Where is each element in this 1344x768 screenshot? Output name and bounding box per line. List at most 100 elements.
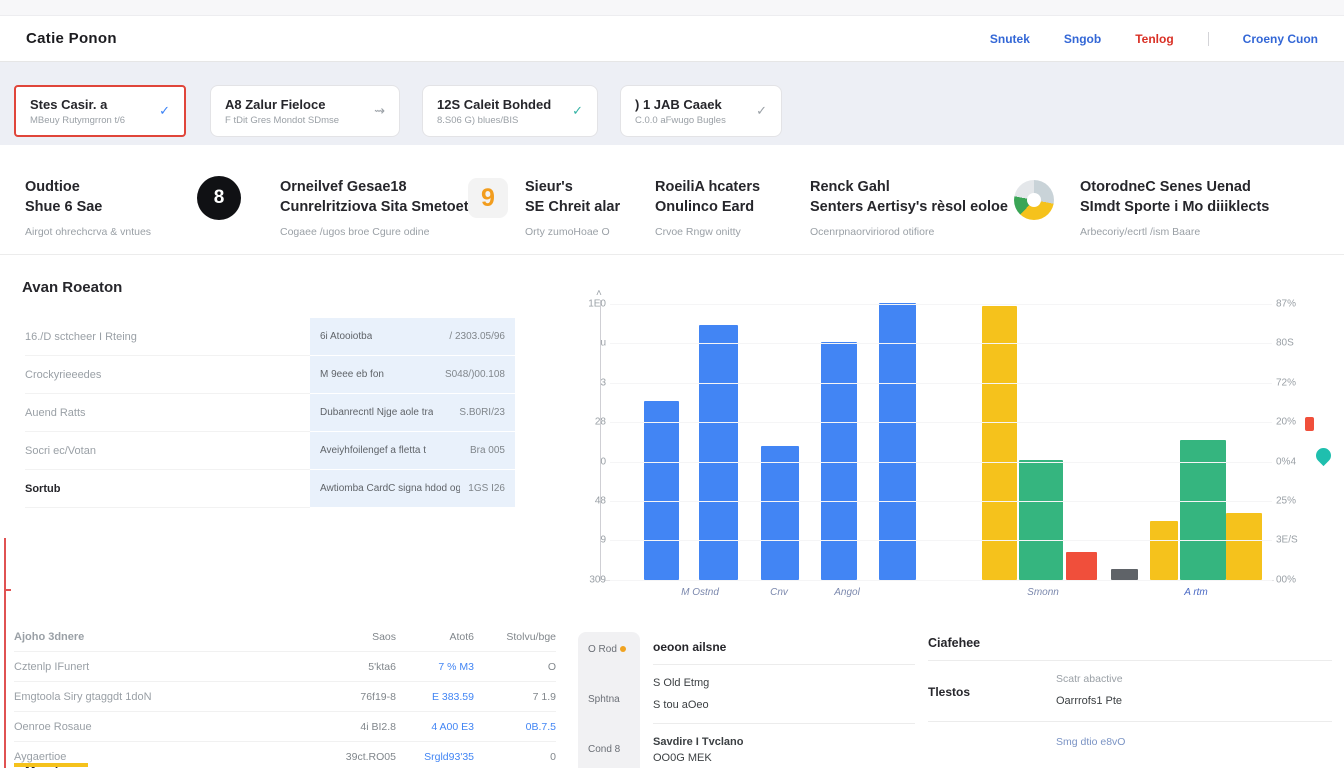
feature-title: RoeiliA hcatersOnulinco Eard (655, 177, 760, 217)
feature-title: OudtioeShue 6 Sae (25, 177, 151, 217)
table-cell-link[interactable]: Srgld93'35 (396, 751, 474, 763)
checklist-card: Ciafehee Tlestos Scatr abactive Oarrrofs… (928, 636, 1332, 748)
gridline (610, 501, 1272, 502)
table-cell: 39ct.RO05 (318, 751, 396, 763)
card-title: ) 1 JAB Caaek (635, 97, 726, 112)
report-row: Socri ec/Votan Aveiyhfoilengef a fletta … (25, 432, 515, 470)
table-cell-label: Aygaertioe (14, 751, 318, 763)
stat-card-4[interactable]: ) 1 JAB Caaek C.0.0 aFwugo Bugles ✓ (620, 85, 782, 137)
y-axis-label-left: 48 (578, 496, 606, 507)
gridline (610, 540, 1272, 541)
checklist-line: Oarrrofs1 Pte (1056, 695, 1123, 707)
feature-block-2: Orneilvef Gesae18Cunrelritziova Sita Sme… (280, 177, 481, 238)
feature-subtitle: Orty zumoHoae O (525, 226, 620, 238)
chart-bar (644, 401, 679, 580)
report-row-label: 16./D sctcheer I Rteing (25, 318, 310, 356)
orange-dot-icon (620, 646, 626, 652)
chart-bar (1226, 513, 1262, 580)
stat-card-3[interactable]: 12S Caleit Bohded 8.S06 G) blues/BIS ✓ (422, 85, 598, 137)
report-panel: Avan Roeaton 16./D sctcheer I Rteing 6i … (0, 255, 572, 620)
checklist-row-lines: Scatr abactive Oarrrofs1 Pte (1056, 673, 1123, 707)
table-cell: 76f19-8 (318, 691, 396, 703)
card-title: A8 Zalur Fieloce (225, 97, 339, 112)
y-axis-label-right: 00% (1276, 575, 1296, 586)
stats-table: Ajoho 3dnere Saos Atot6 Stolvu/bge Czten… (14, 622, 556, 768)
report-row-value: S048/)00.108 (445, 369, 505, 380)
gridline (610, 304, 1272, 305)
table-cell-link[interactable]: 7 % M3 (396, 661, 474, 673)
report-row-detail: Aveiyhfoilengef a fletta t Bra 005 (310, 432, 515, 470)
feature-title: OtorodneC Senes UenadSImdt Sporte i Mo d… (1080, 177, 1269, 217)
activity-card: O Rod Sphtna Cond 8 oeoon ailsne S Old E… (578, 632, 922, 768)
sidebar-item-rod[interactable]: O Rod (588, 644, 626, 655)
card-title: Stes Casir. a (30, 97, 125, 112)
table-header-cell: Saos (318, 631, 396, 643)
report-row-detail: Awtiomba CardC signa hdod og 1GS I26 (310, 470, 515, 508)
red-accent-line (4, 538, 6, 768)
feature-subtitle: Ocenrpnaorviriorod otifiore (810, 226, 1008, 238)
checklist-line: Scatr abactive (1056, 673, 1123, 685)
table-cell: 5'kta6 (318, 661, 396, 673)
chart-bar (1180, 440, 1226, 580)
chart-bar (1150, 521, 1178, 580)
checklist-link[interactable]: Smg dtio e8vO (1056, 736, 1332, 748)
y-axis-label-left: 1E0 (578, 299, 606, 310)
report-row-name: M 9eee eb fon (320, 369, 384, 380)
checklist-row: Tlestos Scatr abactive Oarrrofs1 Pte (928, 673, 1332, 722)
top-nav: Snutek Sngob Tenlog Croeny Cuon (990, 32, 1318, 46)
check-icon: ✓ (572, 103, 583, 119)
nav-link-3[interactable]: Tenlog (1135, 32, 1173, 46)
x-axis-label: Cnv (770, 587, 788, 598)
feature-title: Sieur'sSE Chreit alar (525, 177, 620, 217)
feature-subtitle: Airgot ohrechcrva & vntues (25, 226, 151, 238)
report-row-value: Bra 005 (470, 445, 505, 456)
y-axis-label-right: 3E/S (1276, 535, 1298, 546)
x-axis-label: Angol (834, 587, 860, 598)
dashboard-page: Catie Ponon Snutek Sngob Tenlog Croeny C… (0, 0, 1344, 768)
stat-card-selected[interactable]: Stes Casir. a MBeuy Rutymgrron t/6 ✓ (14, 85, 186, 137)
red-accent-tick (4, 589, 11, 591)
nav-link-4[interactable]: Croeny Cuon (1243, 32, 1318, 46)
feature-title: Renck GahlSenters Aertisy's rèsol eoloe (810, 177, 1008, 217)
report-row-value: 1GS I26 (468, 483, 505, 494)
table-header-cell: Ajoho 3dnere (14, 631, 318, 643)
gridline (610, 422, 1272, 423)
app-header: Catie Ponon Snutek Sngob Tenlog Croeny C… (0, 16, 1344, 62)
legend-square-icon (1305, 417, 1314, 431)
sidebar-item-sphtna[interactable]: Sphtna (588, 694, 620, 705)
card-title: 12S Caleit Bohded (437, 97, 551, 112)
features-row: OudtioeShue 6 Sae Airgot ohrechcrva & vn… (0, 145, 1344, 255)
table-row: Emgtoola Siry gtaggdt 1doN 76f19-8 E 383… (14, 682, 556, 712)
nav-link-2[interactable]: Sngob (1064, 32, 1101, 46)
nav-link-1[interactable]: Snutek (990, 32, 1030, 46)
table-cell-link[interactable]: 0B.7.5 (474, 721, 556, 733)
squiggle-arrow-icon: ⇝ (374, 103, 385, 119)
bar-chart: 1E0u328048930987%80S72%20%0%425%3E/S00%M… (570, 255, 1344, 620)
report-row: Auend Ratts Dubanrecntl Njge aole tra S.… (25, 394, 515, 432)
y-axis-label-left: 28 (578, 417, 606, 428)
bar-plot (570, 300, 1344, 580)
gridline (610, 462, 1272, 463)
y-axis-label-left: 3 (578, 378, 606, 389)
table-cell-link[interactable]: E 383.59 (396, 691, 474, 703)
report-row-name: Aveiyhfoilengef a fletta t (320, 445, 426, 456)
report-row-value: / 2303.05/96 (449, 331, 505, 342)
report-row-name: 6i Atooiotba (320, 331, 372, 342)
chart-bar (821, 342, 857, 580)
sidebar-item-cond[interactable]: Cond 8 (588, 744, 620, 755)
table-cell-link[interactable]: 4 A00 E3 (396, 721, 474, 733)
table-header-row: Ajoho 3dnere Saos Atot6 Stolvu/bge (14, 622, 556, 652)
report-row-detail: M 9eee eb fon S048/)00.108 (310, 356, 515, 394)
report-row-name: Dubanrecntl Njge aole tra (320, 407, 433, 418)
person-badge-icon: 9 (468, 178, 508, 218)
y-axis-label-right: 25% (1276, 496, 1296, 507)
report-row: 16./D sctcheer I Rteing 6i Atooiotba / 2… (25, 318, 515, 356)
gridline (610, 383, 1272, 384)
stat-cards-row: Stes Casir. a MBeuy Rutymgrron t/6 ✓ A8 … (0, 62, 1344, 145)
feature-title: Orneilvef Gesae18Cunrelritziova Sita Sme… (280, 177, 481, 217)
pie-chart-icon (1014, 180, 1054, 220)
feature-subtitle: Arbecoriy/ecrtl /ism Baare (1080, 226, 1269, 238)
gridline (610, 343, 1272, 344)
feature-block-4: RoeiliA hcatersOnulinco Eard Crvoe Rngw … (655, 177, 760, 238)
stat-card-2[interactable]: A8 Zalur Fieloce F tDit Gres Mondot SDms… (210, 85, 400, 137)
